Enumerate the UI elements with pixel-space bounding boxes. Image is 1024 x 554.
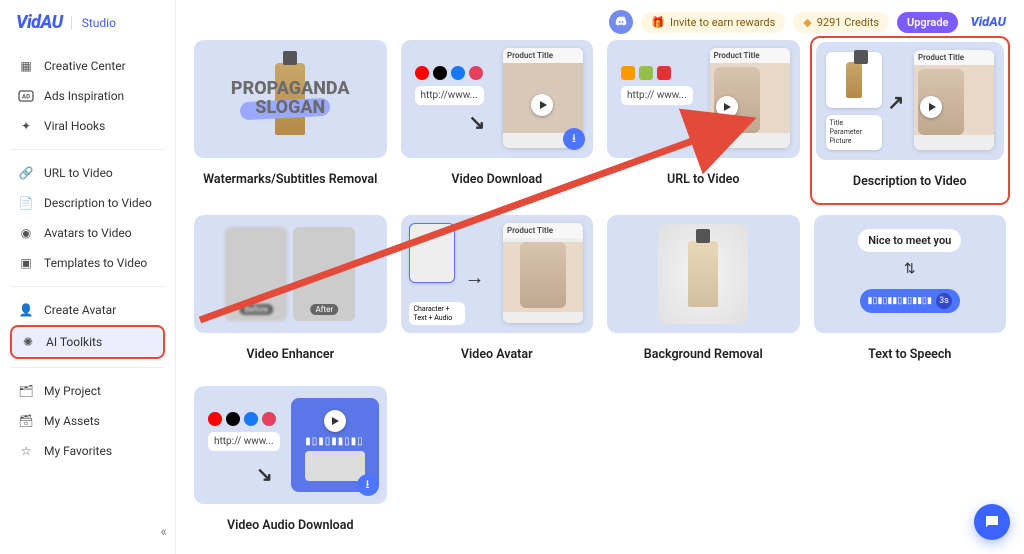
card-background-removal[interactable]: Background Removal [607, 215, 800, 372]
card-video-download[interactable]: http://www... ↘ Product Title ⭳ Video Do… [401, 40, 594, 201]
grid-icon: ▦ [18, 58, 34, 74]
sidebar-item-create-avatar[interactable]: 👤Create Avatar [10, 295, 165, 325]
brand-small: VidAU [970, 15, 1006, 30]
upgrade-button[interactable]: Upgrade [897, 12, 958, 33]
sidebar-item-ai-toolkits[interactable]: ✺AI Toolkits [10, 325, 165, 359]
fire-icon: ✦ [18, 118, 34, 134]
card-title: Description to Video [816, 160, 1005, 199]
card-title: URL to Video [607, 158, 800, 197]
template-icon: ▣ [18, 255, 34, 271]
card-title: Background Removal [607, 333, 800, 372]
topbar: 🎁Invite to earn rewards ◆9291 Credits Up… [194, 10, 1006, 34]
sidebar-item-viral-hooks[interactable]: ✦Viral Hooks [10, 111, 165, 141]
sidebar-item-my-assets[interactable]: 🗃My Assets [10, 406, 165, 436]
sidebar-item-avatars-to-video[interactable]: ◉Avatars to Video [10, 218, 165, 248]
sidebar-item-url-to-video[interactable]: 🔗URL to Video [10, 158, 165, 188]
main-content: 🎁Invite to earn rewards ◆9291 Credits Up… [176, 0, 1024, 554]
sidebar-item-my-favorites[interactable]: ☆My Favorites [10, 436, 165, 466]
person-icon: 👤 [18, 302, 34, 318]
ad-icon: AD [18, 88, 34, 104]
folder-icon: 🗂 [18, 383, 34, 399]
download-icon: ⭳ [357, 474, 379, 496]
card-video-enhancer[interactable]: Before After Video Enhancer [194, 215, 387, 372]
card-text-to-speech[interactable]: Nice to meet you ⇅ ▮▯▮▯▮▮▯▮▯▮▮▯▮3s Text … [814, 215, 1007, 372]
brand-sublabel: Studio [71, 16, 116, 30]
spark-icon: ✺ [20, 334, 36, 350]
card-title: Text to Speech [814, 333, 1007, 372]
svg-text:AD: AD [22, 94, 30, 101]
sidebar-item-creative-center[interactable]: ▦Creative Center [10, 51, 165, 81]
chat-fab[interactable] [974, 504, 1010, 540]
credits-pill[interactable]: ◆9291 Credits [793, 12, 889, 33]
card-video-avatar[interactable]: Character + Text + Audio → Product Title… [401, 215, 594, 372]
box-icon: 🗃 [18, 413, 34, 429]
sidebar: VidAU Studio ▦Creative Center ADAds Insp… [0, 0, 176, 554]
invite-button[interactable]: 🎁Invite to earn rewards [641, 12, 785, 33]
discord-button[interactable] [609, 10, 633, 34]
sidebar-item-templates-to-video[interactable]: ▣Templates to Video [10, 248, 165, 278]
card-watermarks[interactable]: PROPAGANDASLOGAN Watermarks/Subtitles Re… [194, 40, 387, 201]
card-description-to-video[interactable]: Title Parameter Picture ↗ Product Title … [810, 36, 1011, 205]
link-icon: 🔗 [18, 165, 34, 181]
sidebar-item-ads-inspiration[interactable]: ADAds Inspiration [10, 81, 165, 111]
tools-grid: PROPAGANDASLOGAN Watermarks/Subtitles Re… [194, 40, 1006, 543]
sidebar-item-my-project[interactable]: 🗂My Project [10, 376, 165, 406]
collapse-sidebar-button[interactable]: « [160, 524, 167, 540]
card-title: Video Avatar [401, 333, 594, 372]
star-icon: ☆ [18, 443, 34, 459]
card-video-audio-download[interactable]: http:// www... ↘ ▮▯▮▯▮▮▯▮▯ ⭳ Video Audio… [194, 386, 387, 543]
download-icon: ⭳ [563, 128, 585, 150]
card-title: Video Enhancer [194, 333, 387, 372]
brand-logo: VidAU [16, 12, 63, 33]
sidebar-item-description-to-video[interactable]: 📄Description to Video [10, 188, 165, 218]
card-url-to-video[interactable]: http:// www... ↘ Product Title URL to Vi… [607, 40, 800, 201]
logo-block: VidAU Studio [10, 12, 165, 33]
card-title: Video Download [401, 158, 594, 197]
avatar-icon: ◉ [18, 225, 34, 241]
doc-icon: 📄 [18, 195, 34, 211]
card-title: Watermarks/Subtitles Removal [194, 158, 387, 197]
card-title: Video Audio Download [194, 504, 387, 543]
